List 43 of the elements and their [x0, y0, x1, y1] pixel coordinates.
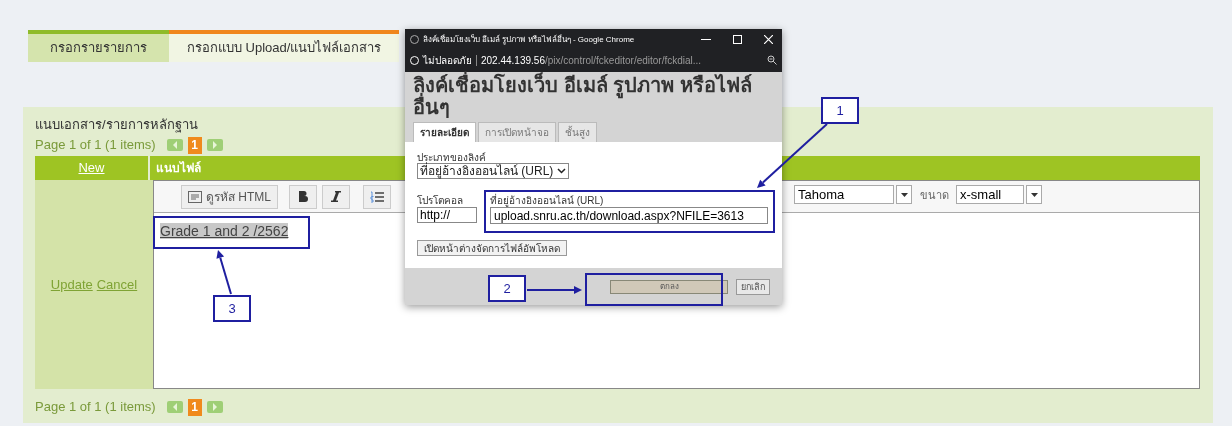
field-label: โปรโตคอล — [417, 195, 464, 207]
window-title: ลิงค์เชื่อมโยงเว็บ อีเมล์ รูปภาพ หรือไฟล์อื่นๆ - Google Chrome — [423, 33, 636, 46]
pointer-arrow — [757, 123, 828, 188]
security-label: ไม่ปลอดภัย — [423, 53, 472, 68]
zoom-icon[interactable] — [767, 55, 777, 65]
pointer-arrow — [526, 286, 582, 294]
dialog-tab[interactable]: การเปิดหน้าจอ — [478, 122, 556, 142]
bold-icon — [298, 191, 308, 202]
url-field[interactable]: upload.snru.ac.th/download.aspx?NFILE=3613 — [490, 207, 768, 224]
source-button[interactable]: ดูรหัส HTML — [181, 184, 278, 209]
link-text[interactable]: Grade 1 and 2 /2562 — [160, 223, 289, 239]
dialog-tab[interactable]: รายละเอียด — [413, 122, 476, 142]
column-header: แนบไฟล์ — [155, 160, 201, 177]
callout-number: 3 — [213, 295, 251, 322]
size-label: ขนาด — [920, 188, 949, 203]
link-type-dropdown[interactable]: ที่อยู่อ้างอิงออนไลน์ (URL) — [417, 163, 570, 179]
bold-button[interactable] — [289, 184, 317, 209]
address-bar[interactable]: 202.44.139.56/pix/control/fckeditor/editor/fckdial... — [481, 52, 763, 68]
tab[interactable]: กรอกรายรายการ — [28, 30, 169, 62]
italic-icon — [331, 191, 341, 202]
pager-text: Page 1 of 1 (1 items) — [35, 136, 156, 155]
field-label: ประเภทของลิงค์ — [417, 152, 486, 163]
document-icon — [188, 190, 202, 203]
field-label: ที่อยู่อ้างอิงออนไลน์ (URL) — [490, 195, 605, 207]
callout-number: 2 — [488, 275, 526, 302]
tab[interactable]: กรอกแบบ Upload/แนบไฟล์เอกสาร — [169, 30, 400, 62]
callout-number: 1 — [821, 97, 859, 124]
close-icon[interactable] — [764, 35, 773, 44]
cancel-button[interactable]: ยกเลิก — [736, 278, 770, 295]
dialog-tab[interactable]: ชั้นสูง — [558, 122, 597, 142]
pointer-arrow — [216, 250, 232, 295]
upload-manager-button[interactable]: เปิดหน้าต่างจัดการไฟล์อัพโหลด — [417, 240, 567, 256]
protocol-dropdown[interactable]: http:// — [417, 207, 477, 223]
numbered-list-button[interactable] — [363, 184, 391, 209]
italic-button[interactable] — [322, 184, 350, 209]
size-dropdown[interactable]: x-small — [956, 185, 1024, 204]
chevron-down-icon — [557, 168, 567, 174]
section-title: แนบเอกสาร/รายการหลักฐาน — [35, 116, 198, 135]
maximize-icon[interactable] — [733, 35, 742, 44]
ok-button[interactable]: ตกลง — [610, 279, 728, 294]
pager-text: Page 1 of 1 (1 items) — [35, 398, 156, 417]
numbered-list-icon — [370, 190, 384, 203]
font-dropdown[interactable]: Tahoma — [794, 185, 894, 204]
